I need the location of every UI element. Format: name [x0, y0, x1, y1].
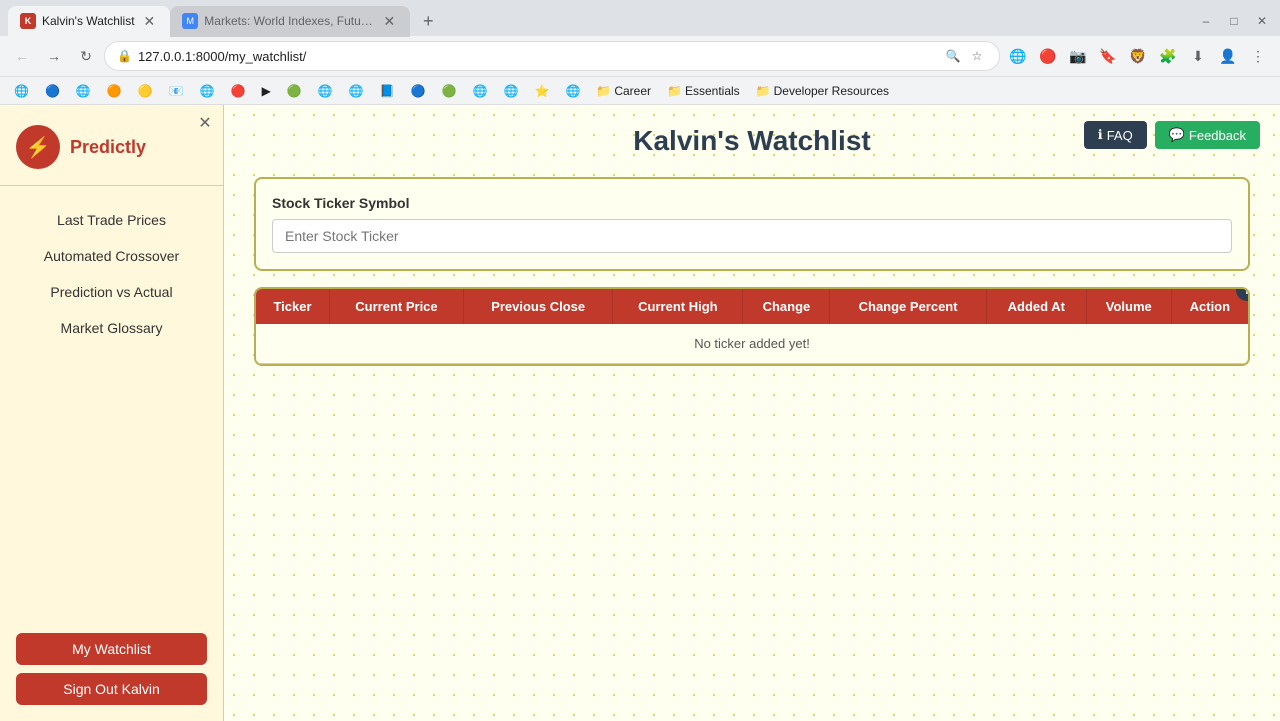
- empty-message: No ticker added yet!: [256, 324, 1248, 364]
- address-bar-icons: 🔍 ☆: [943, 46, 987, 66]
- sidebar-bottom: My Watchlist Sign Out Kalvin: [0, 617, 223, 721]
- window-controls: – □ ✕: [1196, 11, 1272, 31]
- col-ticker: Ticker: [256, 289, 330, 324]
- bookmark-career[interactable]: 📁 Career: [590, 82, 657, 100]
- tab-kalvin-watchlist[interactable]: K Kalvin's Watchlist ✕: [8, 6, 170, 37]
- profile-icon[interactable]: 👤: [1214, 42, 1242, 70]
- feedback-label: Feedback: [1189, 128, 1246, 143]
- menu-icon[interactable]: ⋮: [1244, 42, 1272, 70]
- tab-title-2: Markets: World Indexes, Future...: [204, 14, 374, 28]
- logo-icon: ⚡: [16, 125, 60, 169]
- col-volume: Volume: [1086, 289, 1171, 324]
- tab-close-1[interactable]: ✕: [141, 12, 159, 31]
- stock-form-label: Stock Ticker Symbol: [272, 195, 1232, 211]
- bookmark-12[interactable]: 🌐: [343, 82, 370, 100]
- col-change-percent: Change Percent: [830, 289, 986, 324]
- bookmark-15[interactable]: 🟢: [436, 82, 463, 100]
- bookmark-3[interactable]: 🌐: [70, 82, 97, 100]
- faq-label: FAQ: [1107, 128, 1133, 143]
- tab-title-1: Kalvin's Watchlist: [42, 14, 135, 28]
- bookmark-7[interactable]: 🌐: [194, 82, 221, 100]
- sidebar-nav: Last Trade Prices Automated Crossover Pr…: [0, 186, 223, 617]
- bookmark-1[interactable]: 🌐: [8, 82, 35, 100]
- forward-button[interactable]: →: [40, 42, 68, 70]
- new-tab-button[interactable]: +: [414, 7, 442, 35]
- extension-icon-3[interactable]: 📷: [1064, 42, 1092, 70]
- bookmark-17[interactable]: 🌐: [498, 82, 525, 100]
- info-icon: ℹ: [1098, 127, 1103, 143]
- faq-button[interactable]: ℹ FAQ: [1084, 121, 1147, 149]
- extension-icon-5[interactable]: 🦁: [1124, 42, 1152, 70]
- lock-icon: 🔒: [117, 49, 132, 63]
- bookmark-9[interactable]: ▶: [256, 82, 277, 100]
- toolbar-right-icons: 🌐 🔴 📷 🔖 🦁 🧩 ⬇ 👤 ⋮: [1004, 42, 1272, 70]
- col-current-high: Current High: [613, 289, 743, 324]
- close-window-button[interactable]: ✕: [1252, 11, 1272, 31]
- logo-text: Predictly: [70, 137, 146, 158]
- tab-bar: K Kalvin's Watchlist ✕ M Markets: World …: [0, 0, 1280, 36]
- bookmark-11[interactable]: 🌐: [312, 82, 339, 100]
- bookmark-5[interactable]: 🟡: [132, 82, 159, 100]
- sidebar-item-last-trade-prices[interactable]: Last Trade Prices: [0, 202, 223, 238]
- feedback-button[interactable]: 💬 Feedback: [1155, 121, 1260, 149]
- stock-ticker-input[interactable]: [272, 219, 1232, 253]
- sidebar-item-prediction-vs-actual[interactable]: Prediction vs Actual: [0, 274, 223, 310]
- col-current-price: Current Price: [330, 289, 464, 324]
- extension-icon-2[interactable]: 🔴: [1034, 42, 1062, 70]
- toolbar: ← → ↻ 🔒 127.0.0.1:8000/my_watchlist/ 🔍 ☆…: [0, 36, 1280, 76]
- my-watchlist-button[interactable]: My Watchlist: [16, 633, 207, 665]
- sidebar-logo: ⚡ Predictly: [0, 105, 223, 186]
- col-change: Change: [743, 289, 830, 324]
- extension-icon-1[interactable]: 🌐: [1004, 42, 1032, 70]
- star-icon[interactable]: ☆: [967, 46, 987, 66]
- sidebar-item-automated-crossover[interactable]: Automated Crossover: [0, 238, 223, 274]
- bookmark-dev-resources[interactable]: 📁 Developer Resources: [750, 82, 895, 100]
- watchlist-table-container: i Ticker Current Price Previous Close Cu…: [254, 287, 1250, 366]
- sidebar-item-market-glossary[interactable]: Market Glossary: [0, 310, 223, 346]
- table-header-row: Ticker Current Price Previous Close Curr…: [256, 289, 1248, 324]
- sign-out-button[interactable]: Sign Out Kalvin: [16, 673, 207, 705]
- tab-markets[interactable]: M Markets: World Indexes, Future... ✕: [170, 6, 410, 37]
- bookmark-4[interactable]: 🟠: [101, 82, 128, 100]
- page-wrapper: ✕ ⚡ Predictly Last Trade Prices Automate…: [0, 105, 1280, 721]
- bookmark-14[interactable]: 🔵: [405, 82, 432, 100]
- bookmark-6[interactable]: 📧: [163, 82, 190, 100]
- bookmark-essentials[interactable]: 📁 Essentials: [661, 82, 746, 100]
- tab-close-2[interactable]: ✕: [381, 12, 399, 31]
- back-button[interactable]: ←: [8, 42, 36, 70]
- bookmarks-bar: 🌐 🔵 🌐 🟠 🟡 📧 🌐 🔴 ▶ 🟢 🌐 🌐 📘 🔵 🟢 🌐 🌐 ⭐ 🌐 📁 …: [0, 76, 1280, 104]
- maximize-button[interactable]: □: [1224, 11, 1244, 31]
- col-added-at: Added At: [986, 289, 1086, 324]
- minimize-button[interactable]: –: [1196, 11, 1216, 31]
- logo-lightning-icon: ⚡: [26, 135, 51, 160]
- sidebar-close-button[interactable]: ✕: [195, 113, 215, 133]
- bookmark-10[interactable]: 🟢: [281, 82, 308, 100]
- bookmark-2[interactable]: 🔵: [39, 82, 66, 100]
- extension-icon-4[interactable]: 🔖: [1094, 42, 1122, 70]
- bookmark-8[interactable]: 🔴: [225, 82, 252, 100]
- watchlist-table: Ticker Current Price Previous Close Curr…: [256, 289, 1248, 364]
- refresh-button[interactable]: ↻: [72, 42, 100, 70]
- tab-favicon-2: M: [182, 13, 198, 29]
- bookmark-13[interactable]: 📘: [374, 82, 401, 100]
- main-content: ℹ FAQ 💬 Feedback Kalvin's Watchlist Stoc…: [224, 105, 1280, 721]
- download-icon[interactable]: ⬇: [1184, 42, 1212, 70]
- address-bar[interactable]: 🔒 127.0.0.1:8000/my_watchlist/ 🔍 ☆: [104, 41, 1000, 71]
- browser-chrome: K Kalvin's Watchlist ✕ M Markets: World …: [0, 0, 1280, 105]
- bookmark-18[interactable]: ⭐: [528, 82, 555, 100]
- sidebar: ✕ ⚡ Predictly Last Trade Prices Automate…: [0, 105, 224, 721]
- top-right-buttons: ℹ FAQ 💬 Feedback: [1084, 121, 1260, 149]
- bookmark-19[interactable]: 🌐: [559, 82, 586, 100]
- search-icon[interactable]: 🔍: [943, 46, 963, 66]
- extension-icon-6[interactable]: 🧩: [1154, 42, 1182, 70]
- stock-form: Stock Ticker Symbol: [254, 177, 1250, 271]
- tab-favicon-1: K: [20, 13, 36, 29]
- col-previous-close: Previous Close: [463, 289, 612, 324]
- bookmark-16[interactable]: 🌐: [467, 82, 494, 100]
- chat-icon: 💬: [1169, 127, 1185, 143]
- url-text: 127.0.0.1:8000/my_watchlist/: [138, 49, 937, 64]
- empty-row: No ticker added yet!: [256, 324, 1248, 364]
